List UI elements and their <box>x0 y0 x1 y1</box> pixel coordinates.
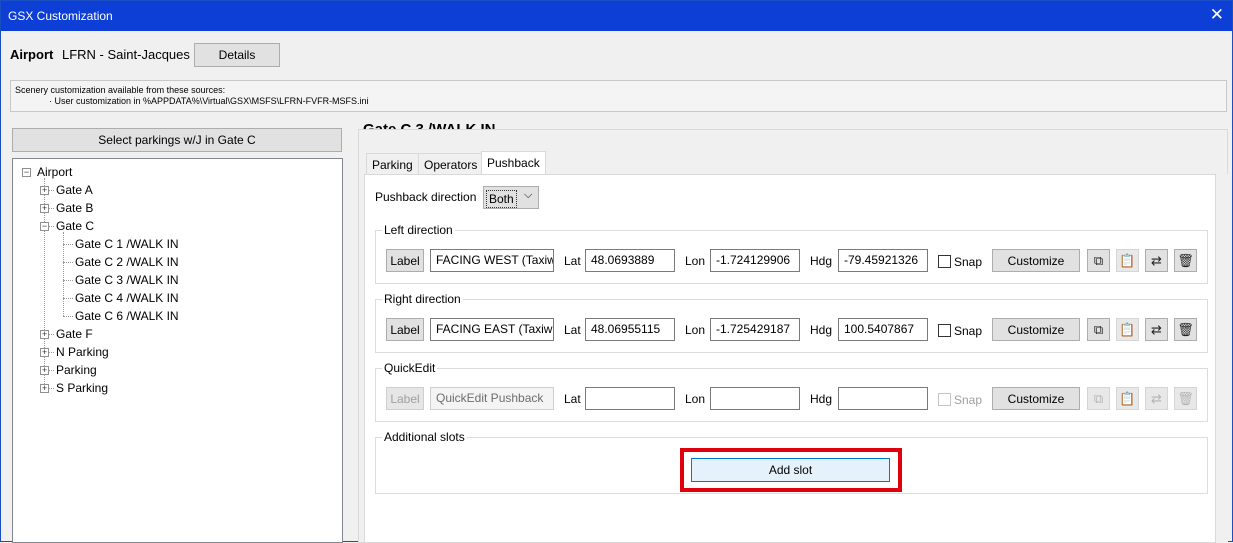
right-lat-field[interactable]: 48.06955115 <box>585 318 675 341</box>
right-lon-label: Lon <box>685 323 706 337</box>
tree-connector <box>63 298 73 299</box>
tree-item-gate-c1[interactable]: Gate C 1 /WALK IN <box>75 237 179 251</box>
tree-item-gate-b[interactable]: Gate B <box>56 201 93 215</box>
tree-connector <box>63 280 73 281</box>
tree-connector <box>63 316 73 317</box>
tree-item-gate-c6[interactable]: Gate C 6 /WALK IN <box>75 309 179 323</box>
expand-icon[interactable]: + <box>40 204 49 213</box>
right-name-field[interactable]: FACING EAST (Taxiway <box>430 318 554 341</box>
collapse-icon[interactable]: − <box>22 168 31 177</box>
paste-icon[interactable]: 📋 <box>1116 249 1139 272</box>
additional-slots-title: Additional slots <box>382 430 467 444</box>
left-name-field[interactable]: FACING WEST (Taxiway <box>430 249 554 272</box>
quickedit-snap-label: Snap <box>954 393 983 407</box>
pushback-direction-select[interactable]: Both ⌵ <box>483 186 539 209</box>
copy-icon[interactable]: ⧉ <box>1087 318 1110 341</box>
right-direction-title: Right direction <box>382 292 463 306</box>
tree-item-parking[interactable]: Parking <box>56 363 97 377</box>
left-lon-field[interactable]: -1.724129906 <box>710 249 800 272</box>
sources-line-2: · User customization in %APPDATA%\Virtua… <box>49 96 369 106</box>
tree-root-airport[interactable]: Airport <box>37 165 72 179</box>
quickedit-lat-field[interactable] <box>585 387 675 410</box>
quickedit-name-field[interactable]: QuickEdit Pushback <box>430 387 554 410</box>
right-snap-checkbox[interactable] <box>938 324 951 337</box>
quickedit-lat-label: Lat <box>564 392 581 406</box>
swap-icon[interactable]: ⇄ <box>1145 318 1168 341</box>
pushback-direction-value: Both <box>486 190 517 208</box>
quickedit-snap-checkbox[interactable] <box>938 393 951 406</box>
copy-icon[interactable]: ⧉ <box>1087 249 1110 272</box>
copy-icon[interactable]: ⧉ <box>1087 387 1110 410</box>
title-bar: GSX Customization ✕ <box>1 1 1232 31</box>
sources-line-1: Scenery customization available from the… <box>15 85 226 95</box>
quickedit-lon-label: Lon <box>685 392 706 406</box>
close-icon[interactable]: ✕ <box>1210 6 1224 24</box>
select-parkings-button[interactable]: Select parkings w/J in Gate C <box>12 128 342 152</box>
collapse-icon[interactable]: − <box>40 222 49 231</box>
expand-icon[interactable]: + <box>40 348 49 357</box>
trash-icon[interactable]: 🗑 <box>1174 318 1197 341</box>
paste-icon[interactable]: 📋 <box>1116 318 1139 341</box>
left-hdg-label: Hdg <box>810 254 833 268</box>
left-customize-button[interactable]: Customize <box>992 249 1080 272</box>
expand-icon[interactable]: + <box>40 186 49 195</box>
left-direction-title: Left direction <box>382 223 455 237</box>
tab-pushback[interactable]: Pushback <box>481 151 546 175</box>
window-title: GSX Customization <box>8 9 113 23</box>
swap-icon[interactable]: ⇄ <box>1145 387 1168 410</box>
airport-label: Airport <box>10 47 54 62</box>
quickedit-lon-field[interactable] <box>710 387 800 410</box>
add-slot-button[interactable]: Add slot <box>691 458 890 482</box>
expand-icon[interactable]: + <box>40 366 49 375</box>
tree-item-gate-f[interactable]: Gate F <box>56 327 93 341</box>
right-lon-field[interactable]: -1.725429187 <box>710 318 800 341</box>
tree-item-gate-c4[interactable]: Gate C 4 /WALK IN <box>75 291 179 305</box>
expand-icon[interactable]: + <box>40 330 49 339</box>
tree-item-s-parking[interactable]: S Parking <box>56 381 108 395</box>
left-label-button[interactable]: Label <box>386 249 424 272</box>
details-button[interactable]: Details <box>194 43 280 67</box>
left-lat-field[interactable]: 48.0693889 <box>585 249 675 272</box>
sources-box: Scenery customization available from the… <box>10 80 1227 112</box>
quickedit-label-button[interactable]: Label <box>386 387 424 410</box>
right-hdg-label: Hdg <box>810 323 833 337</box>
tab-operators[interactable]: Operators <box>418 153 484 175</box>
trash-icon[interactable]: 🗑 <box>1174 387 1197 410</box>
quickedit-hdg-field[interactable] <box>838 387 928 410</box>
left-lat-label: Lat <box>564 254 581 268</box>
quickedit-title: QuickEdit <box>382 361 438 375</box>
trash-icon[interactable]: 🗑 <box>1174 249 1197 272</box>
scrollbar[interactable] <box>1216 174 1228 543</box>
right-snap-label: Snap <box>954 324 983 338</box>
left-snap-label: Snap <box>954 255 983 269</box>
pushback-direction-label: Pushback direction <box>375 190 477 204</box>
tree-item-gate-a[interactable]: Gate A <box>56 183 93 197</box>
parking-tree: − Airport + Gate A + Gate B − Gate C Gat… <box>12 158 343 543</box>
right-label-button[interactable]: Label <box>386 318 424 341</box>
chevron-down-icon: ⌵ <box>524 189 533 201</box>
right-hdg-field[interactable]: 100.5407867 <box>838 318 928 341</box>
left-snap-checkbox[interactable] <box>938 255 951 268</box>
swap-icon[interactable]: ⇄ <box>1145 249 1168 272</box>
left-lon-label: Lon <box>685 254 706 268</box>
tree-item-n-parking[interactable]: N Parking <box>56 345 109 359</box>
tab-parking[interactable]: Parking <box>366 153 419 175</box>
tree-connector <box>63 244 73 245</box>
tree-item-gate-c2[interactable]: Gate C 2 /WALK IN <box>75 255 179 269</box>
tree-item-gate-c3[interactable]: Gate C 3 /WALK IN <box>75 273 179 287</box>
tree-item-gate-c[interactable]: Gate C <box>56 219 94 233</box>
expand-icon[interactable]: + <box>40 384 49 393</box>
left-hdg-field[interactable]: -79.45921326 <box>838 249 928 272</box>
right-lat-label: Lat <box>564 323 581 337</box>
airport-name: LFRN - Saint-Jacques <box>62 47 190 62</box>
quickedit-customize-button[interactable]: Customize <box>992 387 1080 410</box>
tree-connector <box>63 262 73 263</box>
right-customize-button[interactable]: Customize <box>992 318 1080 341</box>
gsx-customization-window: GSX Customization ✕ Airport LFRN - Saint… <box>0 0 1233 543</box>
paste-icon[interactable]: 📋 <box>1116 387 1139 410</box>
quickedit-hdg-label: Hdg <box>810 392 833 406</box>
